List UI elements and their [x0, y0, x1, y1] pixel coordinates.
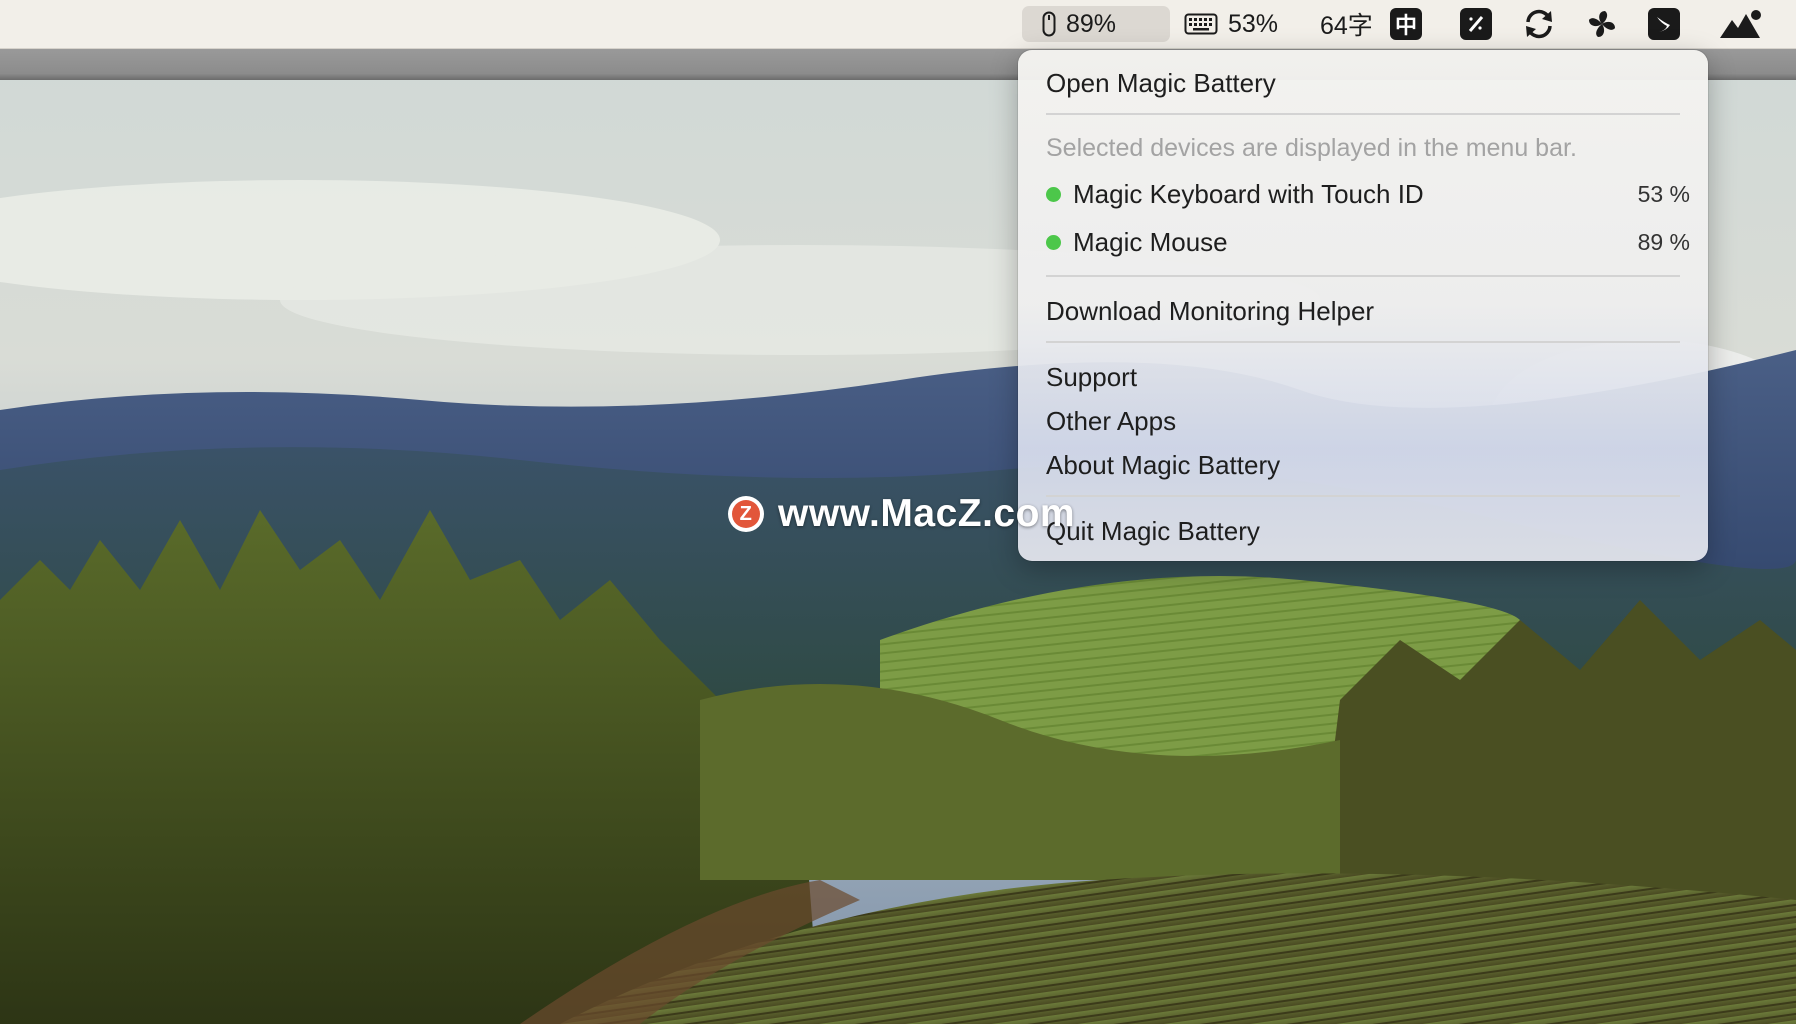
- input-method-status-item[interactable]: 中: [1390, 6, 1422, 42]
- status-dot-icon: [1046, 186, 1061, 202]
- menu-item-label: Download Monitoring Helper: [1046, 295, 1375, 326]
- menu-bar: 89% 53% 64字 中: [0, 0, 1796, 49]
- menu-hint-text: Selected devices are displayed in the me…: [1046, 128, 1680, 168]
- status-dot-icon: [1046, 234, 1061, 250]
- device-name: Magic Mouse: [1073, 226, 1228, 257]
- menu-separator: [1046, 113, 1680, 115]
- mouse-icon: [1042, 11, 1056, 37]
- sync-icon: [1526, 9, 1552, 39]
- menu-item-label: Quit Magic Battery: [1046, 515, 1260, 546]
- device-item-keyboard[interactable]: Magic Keyboard with Touch ID 53 %: [1046, 174, 1690, 214]
- menu-item-label: Support: [1046, 361, 1138, 392]
- sync-status-item[interactable]: [1522, 6, 1556, 42]
- menu-item-label: About Magic Battery: [1046, 449, 1281, 480]
- menu-item-open-magic-battery[interactable]: Open Magic Battery: [1046, 63, 1680, 103]
- input-method-icon: 中: [1390, 8, 1422, 40]
- menu-item-other-apps[interactable]: Other Apps: [1046, 401, 1680, 441]
- swift-bird-icon: [1648, 8, 1680, 40]
- pinwheel-status-item[interactable]: [1585, 6, 1619, 42]
- mountain-status-item[interactable]: [1718, 6, 1762, 42]
- menu-item-download-helper[interactable]: Download Monitoring Helper: [1046, 291, 1680, 331]
- menu-separator: [1046, 275, 1680, 277]
- device-name: Magic Keyboard with Touch ID: [1073, 178, 1424, 209]
- pinwheel-icon: [1589, 11, 1615, 37]
- device-battery-percent: 89 %: [1637, 228, 1690, 255]
- menu-item-about[interactable]: About Magic Battery: [1046, 445, 1680, 485]
- mountain-icon: [1720, 10, 1761, 38]
- word-count-label: 64字: [1320, 12, 1373, 40]
- word-count-status-item[interactable]: 64字: [1320, 6, 1373, 42]
- magic-keyboard-status-item[interactable]: 53%: [1184, 6, 1278, 42]
- magic-battery-menu: Open Magic Battery Selected devices are …: [1018, 50, 1708, 561]
- magic-wand-status-item[interactable]: [1460, 6, 1492, 42]
- magic-wand-icon: [1460, 8, 1492, 40]
- watermark-logo-letter: Z: [732, 500, 760, 528]
- menu-separator: [1046, 341, 1680, 343]
- menu-item-label: Other Apps: [1046, 405, 1177, 436]
- menu-separator: [1046, 495, 1680, 497]
- swift-bird-status-item[interactable]: [1648, 6, 1680, 42]
- keyboard-battery-percent: 53%: [1228, 9, 1279, 38]
- device-item-mouse[interactable]: Magic Mouse 89 %: [1046, 222, 1690, 262]
- menu-item-label: Open Magic Battery: [1046, 67, 1276, 98]
- menu-item-quit[interactable]: Quit Magic Battery: [1046, 511, 1680, 551]
- watermark-text: www.MacZ.com: [778, 492, 1076, 535]
- menu-item-support[interactable]: Support: [1046, 357, 1680, 397]
- magic-mouse-status-item[interactable]: 89%: [1022, 6, 1170, 42]
- device-battery-percent: 53 %: [1637, 180, 1690, 207]
- menu-hint-label: Selected devices are displayed in the me…: [1046, 133, 1577, 162]
- keyboard-icon: [1184, 13, 1218, 35]
- mouse-battery-percent: 89%: [1066, 9, 1117, 38]
- watermark: Z www.MacZ.com: [728, 492, 1075, 536]
- watermark-logo-icon: Z: [728, 496, 764, 532]
